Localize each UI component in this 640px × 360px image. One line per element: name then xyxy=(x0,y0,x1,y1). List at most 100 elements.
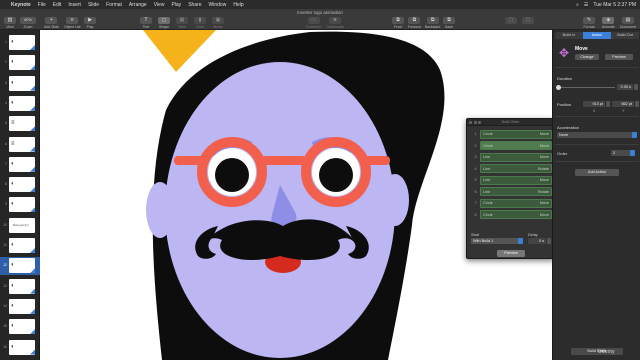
slide-thumbnail[interactable]: 8 ◐ xyxy=(0,176,40,194)
backward-button[interactable]: ⧉ Backward xyxy=(425,17,440,29)
menu-window[interactable]: Window xyxy=(209,2,227,8)
position-y-field[interactable]: 562 pt xyxy=(612,101,634,107)
forward-button[interactable]: ⧉ Forward xyxy=(408,17,421,29)
build-step-cell[interactable]: Circle Move xyxy=(480,141,552,150)
front-button[interactable]: ⧉ Front xyxy=(392,17,404,29)
build-order-row[interactable]: 7 Circle Move xyxy=(471,198,552,208)
glasses-temple-right[interactable] xyxy=(364,156,390,165)
document-button[interactable]: ▤ Document xyxy=(620,17,636,29)
menu-edit[interactable]: Edit xyxy=(53,2,62,8)
text-button[interactable]: T Text xyxy=(140,17,152,29)
build-step-cell[interactable]: Line Rotate xyxy=(480,164,552,173)
duration-field[interactable]: 0.00 s xyxy=(617,84,633,90)
shape-button[interactable]: ◻ Shape xyxy=(158,17,170,29)
menu-list-icon[interactable]: ☰ xyxy=(584,2,588,8)
chart-button[interactable]: ▮ Chart xyxy=(194,17,206,29)
menu-file[interactable]: File xyxy=(38,2,46,8)
duration-stepper[interactable] xyxy=(634,84,638,90)
build-step-cell[interactable]: Line Move xyxy=(480,152,552,162)
position-y-stepper[interactable] xyxy=(635,101,639,107)
menu-arrange[interactable]: Arrange xyxy=(129,2,147,8)
left-ear-shape[interactable] xyxy=(146,182,174,238)
table-button[interactable]: ▦ Table xyxy=(176,17,188,29)
group-button-b[interactable]: ▢ xyxy=(522,17,534,25)
right-pupil[interactable] xyxy=(319,158,353,192)
search-icon[interactable]: ⌕ xyxy=(576,2,579,8)
zoom-button[interactable]: 60% Zoom xyxy=(20,17,36,29)
menu-play[interactable]: Play xyxy=(171,2,181,8)
build-step-cell[interactable]: Circle Move xyxy=(480,210,552,219)
menu-clock[interactable]: Tue Mar 5 2:37 PM xyxy=(593,2,636,8)
delay-field[interactable]: 0 s xyxy=(528,238,546,244)
menu-share[interactable]: Share xyxy=(188,2,201,8)
back-button[interactable]: ⧉ Back xyxy=(443,17,455,29)
slide-thumbnail[interactable]: 5 ≡ xyxy=(0,115,40,133)
tab-build-out[interactable]: Build Out xyxy=(611,32,639,39)
tab-build-in[interactable]: Build In xyxy=(555,32,583,39)
right-ear-shape[interactable] xyxy=(381,174,409,226)
tab-action[interactable]: Action xyxy=(583,32,611,39)
position-x-field[interactable]: 913 pt xyxy=(583,101,605,107)
slide-thumbnail[interactable]: 9 ◐ xyxy=(0,196,40,214)
add-slide-button[interactable]: + Add Slide xyxy=(44,17,59,29)
start-select[interactable]: With Build 1 xyxy=(471,238,523,244)
glasses-bridge[interactable] xyxy=(262,156,306,165)
hat-shape[interactable] xyxy=(143,30,216,72)
format-button[interactable]: ✎ Format xyxy=(583,17,595,29)
left-pupil[interactable] xyxy=(215,158,249,192)
menu-insert[interactable]: Insert xyxy=(68,2,81,8)
build-order-row[interactable]: 4 Line Rotate xyxy=(471,164,552,174)
slide-thumbnail[interactable]: 16 ◐ xyxy=(0,339,40,357)
slide-thumbnail[interactable]: 4 ◐ xyxy=(0,95,40,113)
slide-thumbnail[interactable]: 14 ◐ xyxy=(0,298,40,316)
add-action-button[interactable]: Add Action xyxy=(575,169,619,176)
menu-format[interactable]: Format xyxy=(106,2,122,8)
slide-thumbnail[interactable]: 3 ◐ xyxy=(0,75,40,93)
build-step-cell[interactable]: Line Move xyxy=(480,175,552,185)
build-order-row[interactable]: 5 Line Move xyxy=(471,175,552,185)
comment-button[interactable]: ▭ Comment xyxy=(306,17,321,29)
build-order-row[interactable]: 8 Circle Move xyxy=(471,210,552,220)
build-order-row[interactable]: 6 Line Rotate xyxy=(471,187,552,197)
build-order-list[interactable]: 1 Circle Move 2 Circle Move 3 Line Move 4 Line Rota… xyxy=(471,129,552,229)
menu-slide[interactable]: Slide xyxy=(88,2,99,8)
media-button[interactable]: ▣ Media xyxy=(212,17,224,29)
slide-thumbnail[interactable]: 11 ◐ xyxy=(0,237,40,255)
group-button-a[interactable]: ▢ xyxy=(505,17,517,25)
slide-thumbnail[interactable]: 6 ≡ xyxy=(0,136,40,154)
build-order-button[interactable]: Build Order xyxy=(571,348,623,355)
build-step-cell[interactable]: Circle Move xyxy=(480,129,552,139)
menu-app-name[interactable]: Keynote xyxy=(11,2,31,8)
slide-thumbnail[interactable]: 2 ◐ xyxy=(0,54,40,72)
preview-effect-button[interactable]: Preview xyxy=(605,54,633,60)
slide-thumbnail[interactable]: 1 ◐ xyxy=(0,34,40,52)
acceleration-select[interactable]: None xyxy=(557,132,637,138)
collaborate-button[interactable]: ☻ Collaborate xyxy=(326,17,344,29)
duration-slider[interactable] xyxy=(557,87,615,88)
order-select[interactable]: 2 xyxy=(611,150,635,156)
slide-thumbnail[interactable]: 12 ◐ xyxy=(0,257,40,276)
build-step-cell[interactable]: Line Rotate xyxy=(480,187,552,196)
animate-button[interactable]: ◈ Animate xyxy=(602,17,615,29)
build-order-row[interactable]: 2 Circle Move xyxy=(471,141,552,151)
view-button[interactable]: ▥ View xyxy=(4,17,16,29)
slide-thumbnail[interactable]: 15 ◐ xyxy=(0,318,40,336)
delay-stepper[interactable] xyxy=(547,238,551,244)
menu-view[interactable]: View xyxy=(154,2,165,8)
object-list-button[interactable]: ≡ Object List xyxy=(64,17,81,29)
change-effect-button[interactable]: Change xyxy=(575,54,599,60)
slide-thumbnail[interactable]: 7 ◐ xyxy=(0,156,40,174)
slide-thumbnail[interactable]: 10 Now you try! xyxy=(0,217,40,235)
build-order-panel[interactable]: Build Order 1 Circle Move 2 Circle Move 3 Line M… xyxy=(466,118,555,259)
menu-help[interactable]: Help xyxy=(233,2,243,8)
build-order-preview-button[interactable]: Preview xyxy=(497,250,525,257)
slide-thumbnail[interactable]: 13 ◐ xyxy=(0,278,40,296)
build-order-row[interactable]: 3 Line Move xyxy=(471,152,552,162)
play-button[interactable]: ▶ Play xyxy=(84,17,96,29)
duration-slider-knob[interactable] xyxy=(556,85,562,90)
position-x-stepper[interactable] xyxy=(606,101,610,107)
glasses-temple-left[interactable] xyxy=(174,156,204,165)
build-order-row[interactable]: 1 Circle Move xyxy=(471,129,552,139)
slide-navigator[interactable]: 1 ◐ 2 ◐ 3 ◐ 4 ◐ 5 ≡ 6 ≡ 7 ◐ 8 ◐ 9 ◐ 10 Now you try! 11 ◐ 12 ◐ 13… xyxy=(0,30,40,360)
build-step-cell[interactable]: Circle Move xyxy=(480,198,552,208)
